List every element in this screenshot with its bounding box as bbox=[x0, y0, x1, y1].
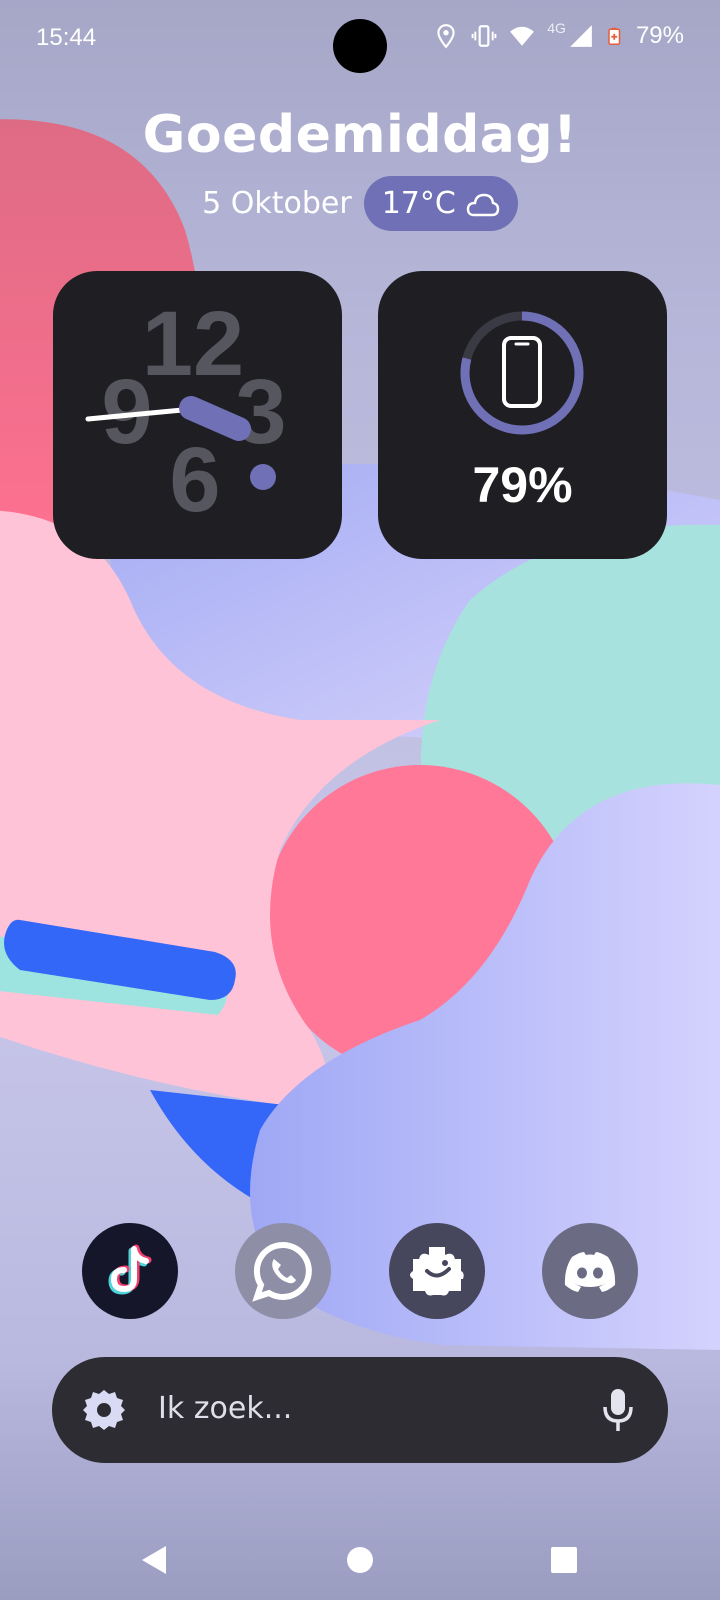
app-puzzle[interactable] bbox=[389, 1223, 485, 1319]
battery-icon bbox=[608, 27, 621, 45]
back-icon[interactable] bbox=[134, 1540, 174, 1580]
app-discord[interactable] bbox=[542, 1223, 638, 1319]
hour-hand bbox=[179, 396, 251, 441]
search-placeholder: Ik zoek... bbox=[158, 1391, 293, 1426]
battery-ring bbox=[460, 311, 584, 435]
mic-icon[interactable] bbox=[598, 1385, 638, 1435]
navigation-bar bbox=[0, 1530, 720, 1590]
greeting-text: Goedemiddag! bbox=[142, 105, 578, 165]
app-tiktok[interactable] bbox=[82, 1223, 178, 1319]
status-bar: 15:44 4G 79% bbox=[0, 0, 720, 80]
whatsapp-icon bbox=[252, 1241, 312, 1302]
cloudy-icon bbox=[466, 193, 500, 216]
tiktok-icon bbox=[108, 1244, 152, 1295]
home-icon[interactable] bbox=[340, 1540, 380, 1580]
status-icons: 4G 79% bbox=[433, 20, 684, 50]
clock-number-12: 12 bbox=[142, 293, 244, 395]
signal-icon bbox=[570, 25, 592, 47]
battery-percent: 79% bbox=[635, 22, 684, 49]
clock-widget[interactable]: 12 9 3 6 bbox=[53, 271, 342, 559]
discord-icon bbox=[564, 1252, 616, 1292]
status-time: 15:44 bbox=[36, 24, 97, 51]
gear-icon[interactable] bbox=[80, 1386, 128, 1434]
wifi-icon bbox=[510, 26, 535, 46]
front-camera bbox=[333, 19, 387, 73]
vibrate-icon bbox=[471, 25, 497, 47]
location-icon bbox=[437, 24, 455, 49]
date-text[interactable]: 5 Oktober bbox=[202, 186, 352, 221]
battery-widget[interactable] bbox=[378, 271, 667, 559]
app-dock bbox=[0, 1223, 720, 1319]
clock-number-6: 6 bbox=[169, 429, 220, 531]
date-weather-row: 5 Oktober 17°C bbox=[0, 176, 720, 231]
puzzle-icon bbox=[410, 1247, 464, 1296]
recents-icon[interactable] bbox=[544, 1540, 584, 1580]
network-type: 4G bbox=[547, 20, 566, 36]
clock-number-3: 3 bbox=[235, 361, 286, 463]
temperature-text: 17°C bbox=[381, 186, 456, 221]
search-bar[interactable]: Ik zoek... bbox=[52, 1357, 668, 1463]
app-whatsapp[interactable] bbox=[235, 1223, 331, 1319]
clock-face: 12 9 3 6 bbox=[85, 293, 287, 531]
second-dot bbox=[250, 464, 276, 490]
battery-widget-percent: 79% bbox=[472, 457, 573, 513]
weather-chip[interactable]: 17°C bbox=[363, 176, 518, 231]
phone-icon bbox=[502, 336, 542, 408]
